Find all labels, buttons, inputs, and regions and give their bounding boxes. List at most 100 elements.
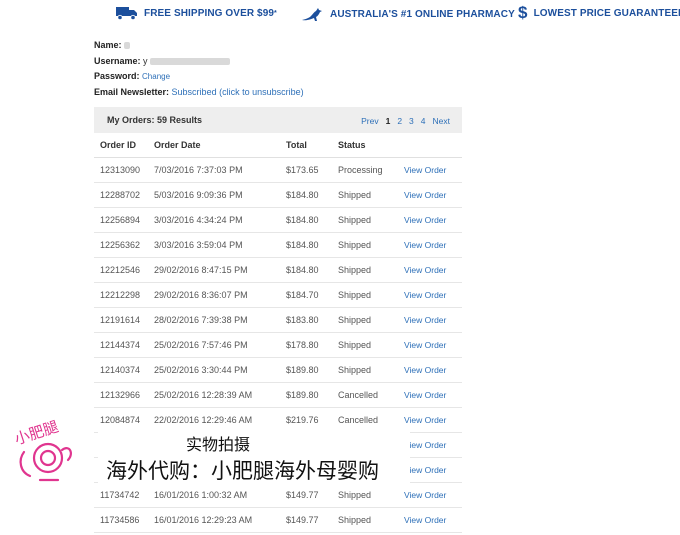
order-action-cell: View Order bbox=[404, 432, 462, 458]
order-action-cell: View Order bbox=[404, 357, 462, 383]
table-row: 12144374 25/02/2016 7:57:46 PM $178.80 Ship… bbox=[94, 332, 462, 358]
order-action-cell: View Order bbox=[404, 482, 462, 508]
order-id-cell: 12212298 bbox=[94, 282, 154, 308]
pager-prev[interactable]: Prev bbox=[361, 116, 378, 126]
pager-next[interactable]: Next bbox=[433, 116, 450, 126]
order-total-cell: $183.80 bbox=[286, 307, 338, 333]
view-order-link[interactable]: View Order bbox=[404, 265, 446, 275]
order-total-cell: $149.77 bbox=[286, 507, 338, 533]
newsletter-subscription-link[interactable]: Subscribed (click to unsubscribe) bbox=[172, 87, 304, 97]
top-banner: FREE SHIPPING OVER $99 * AUSTRALIA'S #1 O… bbox=[0, 0, 680, 30]
order-date-cell: 25/02/2016 3:30:44 PM bbox=[154, 357, 286, 383]
order-date-cell: 25/02/2016 12:28:39 AM bbox=[154, 382, 286, 408]
change-password-link[interactable]: Change bbox=[142, 72, 170, 81]
order-action-cell: View Order bbox=[404, 457, 462, 483]
order-date-cell: 3/03/2016 4:34:24 PM bbox=[154, 207, 286, 233]
username-label: Username: bbox=[94, 55, 141, 66]
order-total-cell: $184.80 bbox=[286, 182, 338, 208]
newsletter-label: Email Newsletter: bbox=[94, 86, 170, 97]
order-date-cell: 3/03/2016 3:59:04 PM bbox=[154, 232, 286, 258]
order-total-cell: $219.76 bbox=[286, 407, 338, 433]
pagination: Prev 1 2 3 4 Next bbox=[361, 116, 450, 126]
order-date-cell: 25/02/2016 7:57:46 PM bbox=[154, 332, 286, 358]
col-status: Status bbox=[338, 133, 404, 158]
order-date-cell: 16/01/2016 12:29:23 AM bbox=[154, 507, 286, 533]
order-total-cell: $149.77 bbox=[286, 482, 338, 508]
order-id-cell: 12144374 bbox=[94, 332, 154, 358]
order-id-cell: 12256894 bbox=[94, 207, 154, 233]
order-id-cell: 12191614 bbox=[94, 307, 154, 333]
table-row: 11734586 16/01/2016 12:29:23 AM $149.77 Shi… bbox=[94, 507, 462, 533]
view-order-link[interactable]: View Order bbox=[404, 315, 446, 325]
store-logo-text: 小肥腿 bbox=[12, 417, 60, 448]
truck-icon bbox=[116, 7, 137, 20]
order-status-cell: Cancelled bbox=[338, 407, 404, 433]
lowest-price-banner: $ LOWEST PRICE GUARANTEED bbox=[518, 4, 680, 21]
order-status-cell: Shipped bbox=[338, 332, 404, 358]
table-row: 12140374 25/02/2016 3:30:44 PM $189.80 Ship… bbox=[94, 357, 462, 383]
username-value: y bbox=[143, 55, 148, 66]
order-id-cell: 12140374 bbox=[94, 357, 154, 383]
order-action-cell: View Order bbox=[404, 232, 462, 258]
order-total-cell: $189.80 bbox=[286, 357, 338, 383]
view-order-link[interactable]: View Order bbox=[404, 365, 446, 375]
view-order-link[interactable]: View Order bbox=[404, 290, 446, 300]
view-order-link[interactable]: View Order bbox=[404, 340, 446, 350]
view-order-link[interactable]: View Order bbox=[404, 490, 446, 500]
view-order-link[interactable]: View Order bbox=[404, 190, 446, 200]
order-date-cell: 7/03/2016 7:37:03 PM bbox=[154, 157, 286, 183]
watermark-line-1: 实物拍摄 bbox=[186, 435, 251, 454]
australia-pharmacy-banner: AUSTRALIA'S #1 ONLINE PHARMACY bbox=[300, 6, 515, 22]
view-order-link[interactable]: View Order bbox=[404, 165, 446, 175]
order-status-cell: Shipped bbox=[338, 182, 404, 208]
order-action-cell: View Order bbox=[404, 507, 462, 533]
pager-page-3[interactable]: 3 bbox=[409, 116, 414, 126]
order-action-cell: View Order bbox=[404, 407, 462, 433]
order-id-cell: 11734742 bbox=[94, 482, 154, 508]
order-action-cell: View Order bbox=[404, 382, 462, 408]
view-order-link[interactable]: View Order bbox=[404, 390, 446, 400]
view-order-link[interactable]: View Order bbox=[404, 215, 446, 225]
view-order-link[interactable]: View Order bbox=[404, 465, 446, 475]
store-logo-icon: 小肥腿 bbox=[12, 417, 72, 482]
order-total-cell: $184.80 bbox=[286, 257, 338, 283]
order-id-cell: 12084874 bbox=[94, 407, 154, 433]
order-action-cell: View Order bbox=[404, 207, 462, 233]
password-row: Password: Change bbox=[94, 69, 304, 85]
order-date-cell: 22/02/2016 12:29:46 AM bbox=[154, 407, 286, 433]
order-status-cell: Shipped bbox=[338, 307, 404, 333]
order-id-cell: 12313090 bbox=[94, 157, 154, 183]
table-row: 11734742 16/01/2016 1:00:32 AM $149.77 Ship… bbox=[94, 482, 462, 508]
order-status-cell: Shipped bbox=[338, 232, 404, 258]
newsletter-row: Email Newsletter: Subscribed (click to u… bbox=[94, 85, 304, 101]
order-status-cell: Shipped bbox=[338, 507, 404, 533]
order-status-cell: Shipped bbox=[338, 482, 404, 508]
order-action-cell: View Order bbox=[404, 332, 462, 358]
view-order-link[interactable]: View Order bbox=[404, 415, 446, 425]
order-status-cell: Cancelled bbox=[338, 382, 404, 408]
kangaroo-icon bbox=[302, 8, 322, 21]
order-action-cell: View Order bbox=[404, 157, 462, 183]
view-order-link[interactable]: View Order bbox=[404, 440, 446, 450]
account-info: Name: Username: y Password: Change Email… bbox=[94, 38, 304, 100]
name-label: Name: bbox=[94, 40, 122, 50]
order-total-cell: $189.80 bbox=[286, 382, 338, 408]
australia-pharmacy-text: AUSTRALIA'S #1 ONLINE PHARMACY bbox=[330, 8, 515, 20]
pager-page-4[interactable]: 4 bbox=[421, 116, 426, 126]
view-order-link[interactable]: View Order bbox=[404, 515, 446, 525]
order-date-cell: 29/02/2016 8:47:15 PM bbox=[154, 257, 286, 283]
table-row: 12212298 29/02/2016 8:36:07 PM $184.70 Ship… bbox=[94, 282, 462, 308]
lowest-price-text: LOWEST PRICE GUARANTEED bbox=[533, 7, 680, 19]
order-action-cell: View Order bbox=[404, 282, 462, 308]
pager-page-2[interactable]: 2 bbox=[397, 116, 402, 126]
order-id-cell: 11734586 bbox=[94, 507, 154, 533]
name-redacted bbox=[124, 42, 131, 50]
order-action-cell: View Order bbox=[404, 257, 462, 283]
pager-page-1[interactable]: 1 bbox=[386, 116, 391, 126]
table-row: 12288702 5/03/2016 9:09:36 PM $184.80 Shipp… bbox=[94, 182, 462, 208]
view-order-link[interactable]: View Order bbox=[404, 240, 446, 250]
orders-header: My Orders: 59 Results Prev 1 2 3 4 Next bbox=[94, 107, 462, 133]
col-order-id: Order ID bbox=[94, 133, 154, 158]
order-date-cell: 29/02/2016 8:36:07 PM bbox=[154, 282, 286, 308]
order-action-cell: View Order bbox=[404, 182, 462, 208]
